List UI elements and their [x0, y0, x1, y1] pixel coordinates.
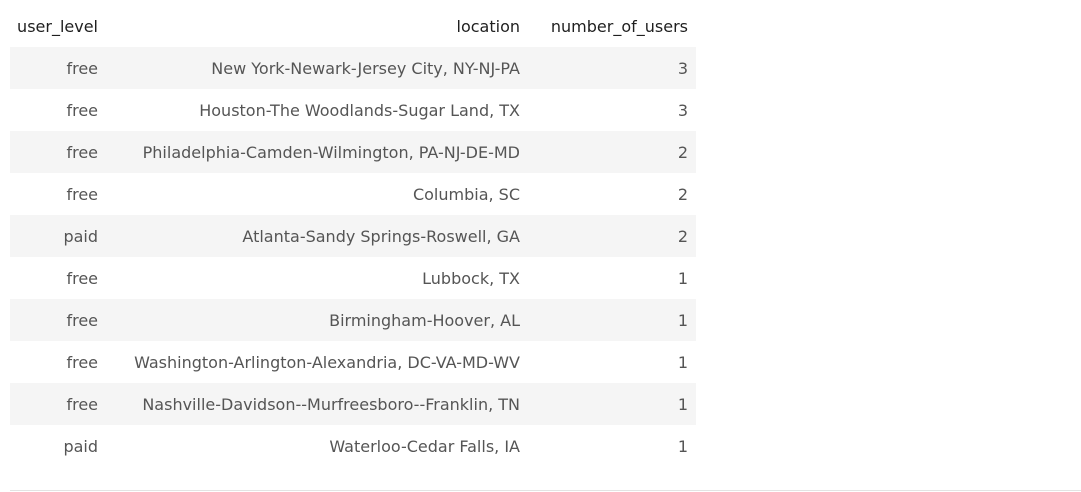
cell-location: Birmingham-Hoover, AL	[329, 310, 520, 330]
cell-number-of-users: 3	[677, 100, 688, 120]
cell-location: New York-Newark-Jersey City, NY-NJ-PA	[211, 58, 520, 78]
cell-user-level: free	[66, 100, 98, 120]
query-result-table: user_level location number_of_users free…	[10, 5, 696, 467]
cell-number-of-users: 1	[677, 394, 688, 414]
cell-location: Waterloo-Cedar Falls, IA	[329, 436, 520, 456]
cell-user-level: paid	[63, 226, 98, 246]
cell-location: Washington-Arlington-Alexandria, DC-VA-M…	[134, 352, 520, 372]
cell-number-of-users: 3	[677, 58, 688, 78]
table-row: paid Waterloo-Cedar Falls, IA 1	[10, 425, 696, 467]
cell-user-level: paid	[63, 436, 98, 456]
cell-location: Philadelphia-Camden-Wilmington, PA-NJ-DE…	[142, 142, 520, 162]
column-header-number-of-users: number_of_users	[550, 16, 688, 36]
cell-number-of-users: 1	[677, 352, 688, 372]
table-row: free Houston-The Woodlands-Sugar Land, T…	[10, 89, 696, 131]
cell-number-of-users: 2	[677, 226, 688, 246]
table-row: free Lubbock, TX 1	[10, 257, 696, 299]
table-row: free Philadelphia-Camden-Wilmington, PA-…	[10, 131, 696, 173]
column-header-user-level: user_level	[17, 16, 98, 36]
cell-location: Columbia, SC	[412, 184, 520, 204]
cell-user-level: free	[66, 58, 98, 78]
cell-number-of-users: 1	[677, 310, 688, 330]
table-row: free New York-Newark-Jersey City, NY-NJ-…	[10, 47, 696, 89]
cell-user-level: free	[66, 142, 98, 162]
cell-location: Lubbock, TX	[422, 268, 520, 288]
cell-number-of-users: 1	[677, 268, 688, 288]
cell-location: Atlanta-Sandy Springs-Roswell, GA	[242, 226, 520, 246]
cell-user-level: free	[66, 310, 98, 330]
header-row: user_level location number_of_users	[10, 5, 696, 47]
table-header: user_level location number_of_users	[10, 5, 696, 47]
cell-user-level: free	[66, 394, 98, 414]
table-row: free Nashville-Davidson--Murfreesboro--F…	[10, 383, 696, 425]
table-body: free New York-Newark-Jersey City, NY-NJ-…	[10, 47, 696, 467]
cell-user-level: free	[66, 352, 98, 372]
table-row: free Columbia, SC 2	[10, 173, 696, 215]
cell-location: Nashville-Davidson--Murfreesboro--Frankl…	[142, 394, 520, 414]
output-divider	[10, 490, 1081, 491]
cell-user-level: free	[66, 184, 98, 204]
cell-location: Houston-The Woodlands-Sugar Land, TX	[199, 100, 520, 120]
table-row: free Washington-Arlington-Alexandria, DC…	[10, 341, 696, 383]
table-row: free Birmingham-Hoover, AL 1	[10, 299, 696, 341]
cell-number-of-users: 2	[677, 142, 688, 162]
column-header-location: location	[456, 16, 520, 36]
cell-number-of-users: 1	[677, 436, 688, 456]
table-row: paid Atlanta-Sandy Springs-Roswell, GA 2	[10, 215, 696, 257]
cell-number-of-users: 2	[677, 184, 688, 204]
cell-user-level: free	[66, 268, 98, 288]
